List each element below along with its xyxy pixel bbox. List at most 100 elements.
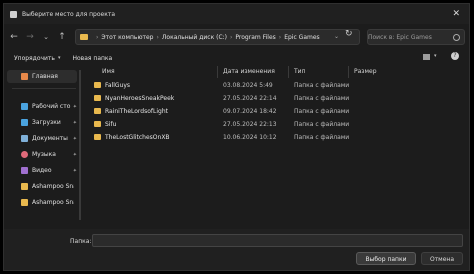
file-type: Папка с файлами — [294, 82, 350, 89]
new-folder-button[interactable]: Новая папка — [72, 55, 112, 62]
pin-icon: ✦ — [72, 103, 77, 110]
search-icon — [453, 33, 460, 41]
breadcrumb-epic-games[interactable]: Epic Games — [284, 34, 319, 41]
search-placeholder: Поиск в: Epic Games — [368, 33, 432, 41]
file-date: 10.06.2024 10:12 — [223, 134, 277, 141]
sidebar-item-label: Музыка — [32, 151, 56, 158]
file-name: TheLostGlitchesOnXB — [105, 134, 170, 141]
sidebar-item-label: Ashampoo Snap — [32, 199, 74, 206]
search-input[interactable]: Поиск в: Epic Games — [367, 29, 465, 45]
organize-dropdown-icon[interactable]: ▾ — [58, 55, 61, 61]
file-name: Sifu — [105, 121, 117, 128]
sidebar-item-music[interactable]: Музыка ✦ — [7, 148, 77, 161]
column-divider[interactable] — [217, 66, 218, 78]
folder-field-label: Папка: — [70, 238, 92, 245]
cancel-button[interactable]: Отмена — [421, 252, 463, 265]
sidebar-item-label: Ashampoo Snap — [32, 183, 74, 190]
sidebar-item-label: Документы — [32, 135, 68, 142]
select-folder-button[interactable]: Выбор папки — [356, 252, 416, 265]
file-name: FallGuys — [105, 82, 131, 89]
file-row[interactable]: TheLostGlitchesOnXB 10.06.2024 10:12 Пап… — [88, 131, 350, 144]
desktop-icon — [21, 103, 28, 110]
breadcrumb-this-pc[interactable]: Этот компьютер — [101, 34, 153, 41]
folder-name-input[interactable] — [92, 234, 463, 247]
refresh-icon[interactable]: ↻ — [345, 29, 353, 39]
column-header-date[interactable]: Дата изменения — [223, 66, 275, 78]
folder-icon — [21, 199, 28, 206]
sidebar-item-ashampoo-2[interactable]: Ashampoo Snap — [7, 196, 77, 209]
file-row[interactable]: RainiTheLordsofLight 09.07.2024 18:42 Па… — [88, 105, 350, 118]
file-type: Папка с файлами — [294, 134, 350, 141]
file-date: 09.07.2024 18:42 — [223, 108, 277, 115]
folder-icon — [80, 34, 88, 40]
folder-icon — [94, 108, 101, 114]
file-name: NyanHeroesSneakPeek — [105, 95, 175, 102]
sidebar-item-label: Рабочий сто — [32, 103, 71, 110]
pin-icon: ✦ — [72, 151, 77, 158]
folder-icon — [94, 95, 101, 101]
folder-icon — [94, 134, 101, 140]
sidebar-scrollbar[interactable] — [79, 70, 81, 220]
sidebar-item-label: Главная — [32, 73, 58, 80]
pin-icon: ✦ — [72, 167, 77, 174]
view-dropdown-icon[interactable]: ▾ — [434, 53, 437, 59]
breadcrumb-program-files[interactable]: Program Files — [235, 34, 275, 41]
home-icon — [21, 73, 28, 80]
folder-icon — [21, 183, 28, 190]
file-row[interactable]: FallGuys 03.08.2024 5:49 Папка с файлами — [88, 79, 350, 92]
downloads-icon — [21, 119, 28, 126]
file-dialog-window: Выберите место для проекта ✕ ← → ⌄ ↑ › Э… — [3, 3, 470, 271]
sidebar-item-ashampoo-1[interactable]: Ashampoo Snap — [7, 180, 77, 193]
address-bar[interactable]: › Этот компьютер › Локальный диск (C:) ›… — [75, 29, 360, 45]
folder-icon — [94, 82, 101, 88]
forward-arrow-icon[interactable]: → — [24, 32, 36, 42]
column-divider[interactable] — [288, 66, 289, 78]
sidebar-divider — [12, 88, 76, 89]
sidebar-item-documents[interactable]: Документы ✦ — [7, 132, 77, 145]
column-header-type[interactable]: Тип — [294, 66, 306, 78]
breadcrumb-local-disk[interactable]: Локальный диск (C:) — [162, 34, 227, 41]
file-name: RainiTheLordsofLight — [105, 108, 168, 115]
breadcrumb-separator: › — [230, 33, 233, 41]
window-title: Выберите место для проекта — [22, 10, 116, 18]
view-options-icon[interactable] — [423, 54, 430, 60]
file-date: 27.05.2024 22:13 — [223, 121, 277, 128]
organize-button[interactable]: Упорядочить — [14, 55, 55, 62]
column-header-size[interactable]: Размер — [354, 66, 377, 78]
app-icon — [10, 10, 17, 18]
navigation-pane: Главная Рабочий сто ✦ Загрузки ✦ Докумен… — [4, 66, 82, 229]
video-icon — [21, 167, 28, 174]
sidebar-item-label: Загрузки — [32, 119, 61, 126]
pin-icon: ✦ — [72, 119, 77, 126]
documents-icon — [21, 135, 28, 142]
recent-locations-chevron-icon[interactable]: ⌄ — [40, 33, 52, 41]
address-dropdown-icon[interactable]: ⌄ — [334, 33, 339, 40]
folder-icon — [94, 121, 101, 127]
sidebar-item-label: Видео — [32, 167, 52, 174]
dialog-footer: Папка: Выбор папки Отмена — [4, 229, 469, 270]
file-type: Папка с файлами — [294, 95, 350, 102]
close-icon[interactable]: ✕ — [452, 9, 460, 19]
up-arrow-icon[interactable]: ↑ — [56, 32, 68, 42]
title-bar: Выберите место для проекта ✕ — [4, 4, 469, 24]
music-icon — [21, 151, 28, 158]
sidebar-item-video[interactable]: Видео ✦ — [7, 164, 77, 177]
sidebar-item-desktop[interactable]: Рабочий сто ✦ — [7, 100, 77, 113]
file-list: Имя Дата изменения Тип Размер FallGuys 0… — [88, 66, 468, 229]
file-date: 27.05.2024 22:14 — [223, 95, 277, 102]
file-row[interactable]: NyanHeroesSneakPeek 27.05.2024 22:14 Пап… — [88, 92, 350, 105]
file-type: Папка с файлами — [294, 108, 350, 115]
file-type: Папка с файлами — [294, 121, 350, 128]
breadcrumb-separator: › — [156, 33, 159, 41]
column-header-name[interactable]: Имя — [102, 66, 115, 78]
back-arrow-icon[interactable]: ← — [8, 32, 20, 42]
breadcrumb-separator: › — [278, 33, 282, 41]
help-icon[interactable]: ? — [451, 52, 459, 60]
sidebar-item-home[interactable]: Главная — [7, 70, 77, 83]
sidebar-item-downloads[interactable]: Загрузки ✦ — [7, 116, 77, 129]
file-date: 03.08.2024 5:49 — [223, 82, 273, 89]
column-divider[interactable] — [348, 66, 349, 78]
file-row[interactable]: Sifu 27.05.2024 22:13 Папка с файлами — [88, 118, 350, 131]
navigation-bar: ← → ⌄ ↑ › Этот компьютер › Локальный дис… — [4, 26, 469, 48]
pin-icon: ✦ — [72, 135, 77, 142]
